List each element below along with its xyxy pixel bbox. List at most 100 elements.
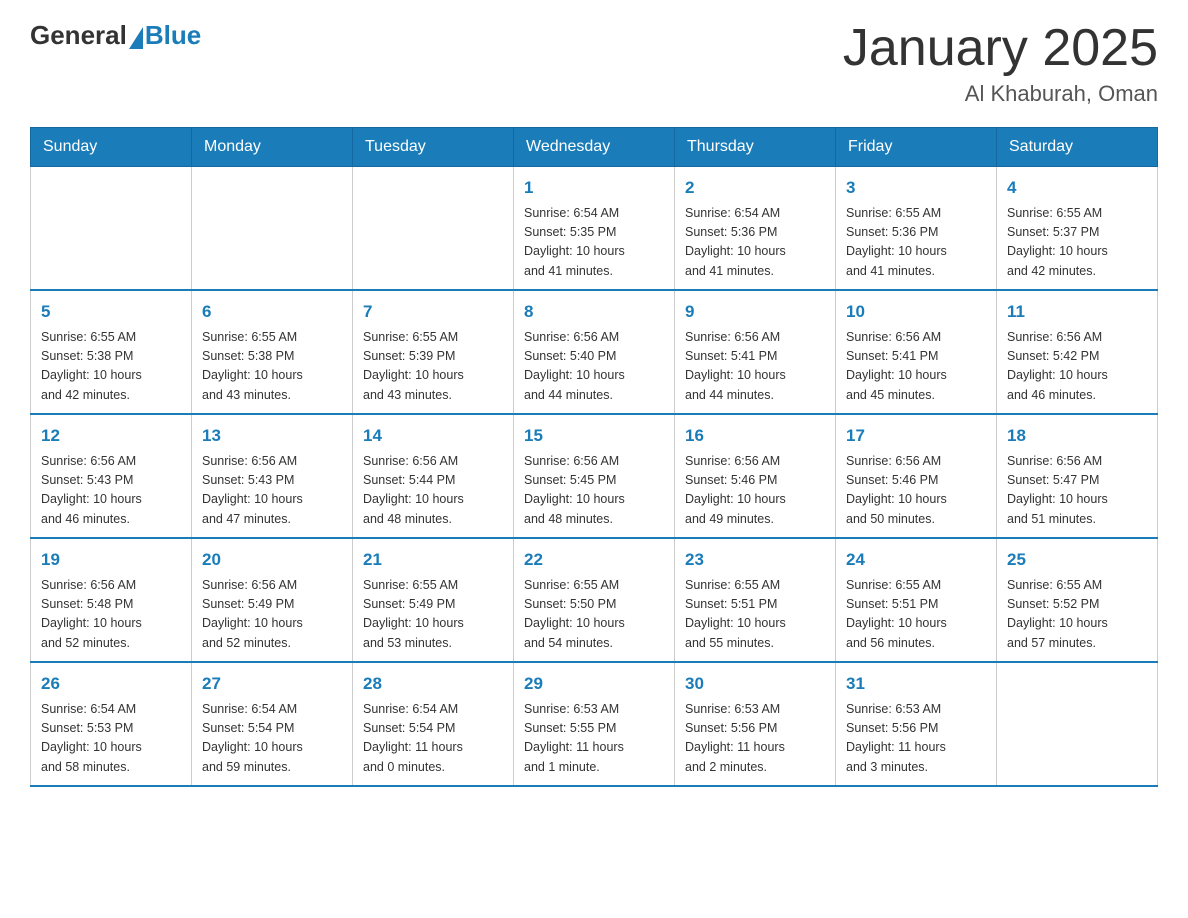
table-row: 14 Sunrise: 6:56 AM Sunset: 5:44 PM Dayli… bbox=[353, 414, 514, 538]
logo-blue-text: Blue bbox=[145, 20, 201, 51]
day-info: Sunrise: 6:56 AM Sunset: 5:44 PM Dayligh… bbox=[363, 452, 503, 530]
table-row: 10 Sunrise: 6:56 AM Sunset: 5:41 PM Dayli… bbox=[836, 290, 997, 414]
table-row: 5 Sunrise: 6:55 AM Sunset: 5:38 PM Daylig… bbox=[31, 290, 192, 414]
table-row: 31 Sunrise: 6:53 AM Sunset: 5:56 PM Dayli… bbox=[836, 662, 997, 786]
day-info: Sunrise: 6:55 AM Sunset: 5:38 PM Dayligh… bbox=[202, 328, 342, 406]
table-row: 24 Sunrise: 6:55 AM Sunset: 5:51 PM Dayli… bbox=[836, 538, 997, 662]
day-info: Sunrise: 6:55 AM Sunset: 5:49 PM Dayligh… bbox=[363, 576, 503, 654]
day-number: 17 bbox=[846, 423, 986, 449]
day-number: 28 bbox=[363, 671, 503, 697]
table-row: 28 Sunrise: 6:54 AM Sunset: 5:54 PM Dayli… bbox=[353, 662, 514, 786]
table-row: 13Sunrise: 6:56 AM Sunset: 5:43 PM Dayli… bbox=[192, 414, 353, 538]
table-row: 6Sunrise: 6:55 AM Sunset: 5:38 PM Daylig… bbox=[192, 290, 353, 414]
table-row: 29 Sunrise: 6:53 AM Sunset: 5:55 PM Dayli… bbox=[514, 662, 675, 786]
day-info: Sunrise: 6:56 AM Sunset: 5:40 PM Dayligh… bbox=[524, 328, 664, 406]
day-info: Sunrise: 6:55 AM Sunset: 5:51 PM Dayligh… bbox=[685, 576, 825, 654]
day-number: 23 bbox=[685, 547, 825, 573]
day-info: Sunrise: 6:56 AM Sunset: 5:41 PM Dayligh… bbox=[685, 328, 825, 406]
calendar-week-row: 26Sunrise: 6:54 AM Sunset: 5:53 PM Dayli… bbox=[31, 662, 1158, 786]
day-info: Sunrise: 6:56 AM Sunset: 5:41 PM Dayligh… bbox=[846, 328, 986, 406]
day-info: Sunrise: 6:55 AM Sunset: 5:36 PM Dayligh… bbox=[846, 204, 986, 282]
page-header: General Blue January 2025 Al Khaburah, O… bbox=[30, 20, 1158, 107]
day-info: Sunrise: 6:53 AM Sunset: 5:55 PM Dayligh… bbox=[524, 700, 664, 778]
table-row: 22Sunrise: 6:55 AM Sunset: 5:50 PM Dayli… bbox=[514, 538, 675, 662]
day-number: 5 bbox=[41, 299, 181, 325]
day-info: Sunrise: 6:54 AM Sunset: 5:35 PM Dayligh… bbox=[524, 204, 664, 282]
month-title: January 2025 bbox=[843, 20, 1158, 77]
day-of-week-header: Sunday bbox=[31, 128, 192, 167]
table-row: 3 Sunrise: 6:55 AM Sunset: 5:36 PM Daylig… bbox=[836, 167, 997, 291]
day-of-week-header: Wednesday bbox=[514, 128, 675, 167]
table-row bbox=[997, 662, 1158, 786]
day-info: Sunrise: 6:53 AM Sunset: 5:56 PM Dayligh… bbox=[846, 700, 986, 778]
day-info: Sunrise: 6:56 AM Sunset: 5:42 PM Dayligh… bbox=[1007, 328, 1147, 406]
day-of-week-header: Monday bbox=[192, 128, 353, 167]
day-of-week-header: Tuesday bbox=[353, 128, 514, 167]
day-info: Sunrise: 6:55 AM Sunset: 5:51 PM Dayligh… bbox=[846, 576, 986, 654]
day-info: Sunrise: 6:55 AM Sunset: 5:38 PM Dayligh… bbox=[41, 328, 181, 406]
day-info: Sunrise: 6:53 AM Sunset: 5:56 PM Dayligh… bbox=[685, 700, 825, 778]
day-info: Sunrise: 6:56 AM Sunset: 5:46 PM Dayligh… bbox=[685, 452, 825, 530]
table-row bbox=[192, 167, 353, 291]
table-row: 27Sunrise: 6:54 AM Sunset: 5:54 PM Dayli… bbox=[192, 662, 353, 786]
day-info: Sunrise: 6:56 AM Sunset: 5:43 PM Dayligh… bbox=[41, 452, 181, 530]
day-number: 18 bbox=[1007, 423, 1147, 449]
day-info: Sunrise: 6:54 AM Sunset: 5:54 PM Dayligh… bbox=[202, 700, 342, 778]
day-of-week-header: Saturday bbox=[997, 128, 1158, 167]
calendar-week-row: 19 Sunrise: 6:56 AM Sunset: 5:48 PM Dayli… bbox=[31, 538, 1158, 662]
day-number: 20 bbox=[202, 547, 342, 573]
day-number: 30 bbox=[685, 671, 825, 697]
calendar-week-row: 1Sunrise: 6:54 AM Sunset: 5:35 PM Daylig… bbox=[31, 167, 1158, 291]
calendar-week-row: 12Sunrise: 6:56 AM Sunset: 5:43 PM Dayli… bbox=[31, 414, 1158, 538]
day-info: Sunrise: 6:56 AM Sunset: 5:45 PM Dayligh… bbox=[524, 452, 664, 530]
day-number: 4 bbox=[1007, 175, 1147, 201]
location-title: Al Khaburah, Oman bbox=[843, 81, 1158, 107]
table-row: 9 Sunrise: 6:56 AM Sunset: 5:41 PM Daylig… bbox=[675, 290, 836, 414]
day-info: Sunrise: 6:54 AM Sunset: 5:54 PM Dayligh… bbox=[363, 700, 503, 778]
day-info: Sunrise: 6:54 AM Sunset: 5:53 PM Dayligh… bbox=[41, 700, 181, 778]
day-number: 31 bbox=[846, 671, 986, 697]
day-number: 21 bbox=[363, 547, 503, 573]
day-number: 3 bbox=[846, 175, 986, 201]
day-number: 7 bbox=[363, 299, 503, 325]
table-row: 23 Sunrise: 6:55 AM Sunset: 5:51 PM Dayli… bbox=[675, 538, 836, 662]
day-info: Sunrise: 6:55 AM Sunset: 5:37 PM Dayligh… bbox=[1007, 204, 1147, 282]
day-number: 15 bbox=[524, 423, 664, 449]
day-number: 29 bbox=[524, 671, 664, 697]
day-info: Sunrise: 6:56 AM Sunset: 5:43 PM Dayligh… bbox=[202, 452, 342, 530]
table-row: 8Sunrise: 6:56 AM Sunset: 5:40 PM Daylig… bbox=[514, 290, 675, 414]
day-info: Sunrise: 6:54 AM Sunset: 5:36 PM Dayligh… bbox=[685, 204, 825, 282]
day-number: 16 bbox=[685, 423, 825, 449]
table-row: 26Sunrise: 6:54 AM Sunset: 5:53 PM Dayli… bbox=[31, 662, 192, 786]
day-number: 24 bbox=[846, 547, 986, 573]
calendar-table: SundayMondayTuesdayWednesdayThursdayFrid… bbox=[30, 127, 1158, 787]
table-row: 2Sunrise: 6:54 AM Sunset: 5:36 PM Daylig… bbox=[675, 167, 836, 291]
table-row: 19 Sunrise: 6:56 AM Sunset: 5:48 PM Dayli… bbox=[31, 538, 192, 662]
day-number: 25 bbox=[1007, 547, 1147, 573]
day-info: Sunrise: 6:56 AM Sunset: 5:47 PM Dayligh… bbox=[1007, 452, 1147, 530]
day-of-week-header: Friday bbox=[836, 128, 997, 167]
day-number: 11 bbox=[1007, 299, 1147, 325]
day-number: 22 bbox=[524, 547, 664, 573]
table-row: 1Sunrise: 6:54 AM Sunset: 5:35 PM Daylig… bbox=[514, 167, 675, 291]
day-info: Sunrise: 6:56 AM Sunset: 5:49 PM Dayligh… bbox=[202, 576, 342, 654]
table-row bbox=[353, 167, 514, 291]
day-number: 19 bbox=[41, 547, 181, 573]
logo-triangle-icon bbox=[129, 27, 143, 49]
day-of-week-header: Thursday bbox=[675, 128, 836, 167]
table-row: 30 Sunrise: 6:53 AM Sunset: 5:56 PM Dayli… bbox=[675, 662, 836, 786]
table-row: 15 Sunrise: 6:56 AM Sunset: 5:45 PM Dayli… bbox=[514, 414, 675, 538]
day-number: 14 bbox=[363, 423, 503, 449]
day-info: Sunrise: 6:56 AM Sunset: 5:48 PM Dayligh… bbox=[41, 576, 181, 654]
logo: General Blue bbox=[30, 20, 201, 51]
day-number: 10 bbox=[846, 299, 986, 325]
table-row: 7Sunrise: 6:55 AM Sunset: 5:39 PM Daylig… bbox=[353, 290, 514, 414]
table-row: 20 Sunrise: 6:56 AM Sunset: 5:49 PM Dayli… bbox=[192, 538, 353, 662]
table-row: 16 Sunrise: 6:56 AM Sunset: 5:46 PM Dayli… bbox=[675, 414, 836, 538]
title-section: January 2025 Al Khaburah, Oman bbox=[843, 20, 1158, 107]
table-row: 17 Sunrise: 6:56 AM Sunset: 5:46 PM Dayli… bbox=[836, 414, 997, 538]
day-number: 9 bbox=[685, 299, 825, 325]
day-info: Sunrise: 6:56 AM Sunset: 5:46 PM Dayligh… bbox=[846, 452, 986, 530]
calendar-week-row: 5 Sunrise: 6:55 AM Sunset: 5:38 PM Daylig… bbox=[31, 290, 1158, 414]
table-row: 18 Sunrise: 6:56 AM Sunset: 5:47 PM Dayli… bbox=[997, 414, 1158, 538]
